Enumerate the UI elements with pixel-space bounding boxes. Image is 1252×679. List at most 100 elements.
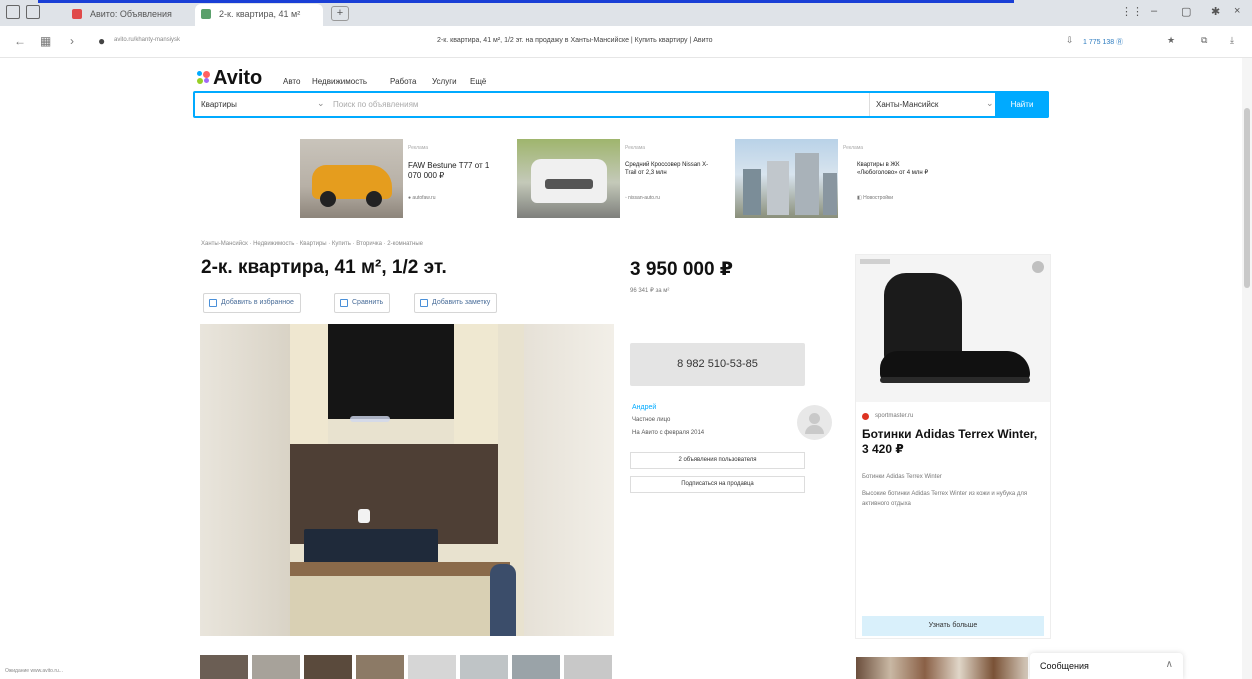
minimize-icon[interactable]: – xyxy=(1151,5,1157,17)
city-label: Ханты-Мансийск xyxy=(876,100,939,109)
seller-type: Частное лицо xyxy=(632,417,671,423)
add-to-favorites-button[interactable]: Добавить в избранное xyxy=(203,293,301,313)
sidebar-ad-thumbnails xyxy=(856,657,1028,679)
chevron-up-icon[interactable]: ∧ xyxy=(1166,659,1173,670)
thumbnail[interactable] xyxy=(408,655,456,679)
ad-image xyxy=(735,139,838,218)
show-phone-button[interactable]: 8 982 510-53-85 xyxy=(630,343,805,386)
ad-label: Реклама xyxy=(625,145,646,151)
seller-name[interactable]: Андрей xyxy=(632,404,656,411)
avito-logo[interactable]: Avito xyxy=(197,67,262,90)
ad-subtitle: Ботинки Adidas Terrex Winter xyxy=(862,474,942,480)
ad-card-realty[interactable]: Реклама Квартиры в ЖК «Любоголово» от 4 … xyxy=(735,139,945,219)
scrollbar-thumb[interactable] xyxy=(1244,108,1250,288)
thumbnail[interactable] xyxy=(252,655,300,679)
back-icon[interactable]: ← xyxy=(14,34,26,48)
brand-logo-icon xyxy=(862,413,869,420)
thumbnail[interactable] xyxy=(512,655,560,679)
grid-icon[interactable]: ▦ xyxy=(40,34,51,48)
messages-widget[interactable]: Сообщения ∧ xyxy=(1030,653,1183,679)
button-label: Сравнить xyxy=(352,299,384,306)
seller-avatar[interactable] xyxy=(797,405,832,440)
ad-title: Квартиры в ЖК «Любоголово» от 4 млн ₽ xyxy=(857,162,929,176)
avito-favicon-icon xyxy=(201,9,211,19)
nav-jobs[interactable]: Работа xyxy=(390,77,416,86)
url-text[interactable]: avito.ru/khanty-mansiysk xyxy=(114,37,180,43)
thumbnail[interactable] xyxy=(356,655,404,679)
share-icon[interactable]: ⧉ xyxy=(1201,35,1207,46)
page-title: 2-к. квартира, 41 м², 1/2 эт. на продажу… xyxy=(437,37,713,44)
maximize-icon[interactable]: ▢ xyxy=(1181,5,1191,18)
search-bar: Квартиры ⌄ Поиск по объявлениям Ханты-Ма… xyxy=(193,91,1049,118)
tab-actions-icon[interactable] xyxy=(26,5,40,19)
thumbnail[interactable] xyxy=(304,655,352,679)
avito-logo-text: Avito xyxy=(213,67,263,89)
breadcrumb[interactable]: Ханты-Мансийск · Недвижимость · Квартиры… xyxy=(201,241,423,247)
downloads-icon[interactable]: ⤓ xyxy=(1230,35,1234,46)
nav-auto[interactable]: Авто xyxy=(283,77,300,86)
ad-source: ● autofaw.ru xyxy=(408,195,436,201)
tab-underline xyxy=(38,0,1014,3)
tab-label: Авито: Объявления xyxy=(90,9,172,19)
ad-title: Средний Кроссовер Nissan X-Trail от 2,3 … xyxy=(625,162,709,176)
ad-card-faw[interactable]: Реклама FAW Bestune T77 от 1 070 000 ₽ ●… xyxy=(300,139,510,219)
ad-description: Высокие ботинки Adidas Terrex Winter из … xyxy=(862,491,1028,507)
category-select[interactable]: Квартиры xyxy=(201,100,237,109)
download-icon[interactable]: ⇩ xyxy=(1066,35,1074,46)
ad-source: ◧ Новостройки xyxy=(857,195,894,201)
ad-label: Реклама xyxy=(843,145,864,151)
listing-main-photo[interactable] xyxy=(200,324,614,636)
extensions-icon[interactable]: ⋮⋮ xyxy=(1121,5,1143,18)
lock-icon: ● xyxy=(98,34,106,48)
chevron-down-icon: ⌄ xyxy=(986,98,994,108)
thumbnail[interactable] xyxy=(564,655,612,679)
ad-title: FAW Bestune T77 от 1 070 000 ₽ xyxy=(408,161,490,180)
subscribe-seller-button[interactable]: Подписаться на продавца xyxy=(630,476,805,493)
ad-source: ◦ nissan-auto.ru xyxy=(625,195,660,201)
workspaces-icon[interactable] xyxy=(6,5,20,19)
pin-icon[interactable]: ✱ xyxy=(1211,5,1220,18)
button-label: Добавить в избранное xyxy=(221,299,294,306)
new-tab-button[interactable]: + xyxy=(331,6,349,21)
tab-listing[interactable]: 2-к. квартира, 41 м² xyxy=(195,4,323,26)
ad-image xyxy=(300,139,403,218)
bookmark-icon[interactable]: ★ xyxy=(1167,35,1175,46)
ad-brand: sportmaster.ru xyxy=(875,413,914,419)
photo-thumbnails xyxy=(200,655,612,679)
search-button[interactable]: Найти xyxy=(995,91,1049,118)
ad-image xyxy=(517,139,620,218)
ad-thumbnail[interactable] xyxy=(856,657,1028,679)
thumbnail[interactable] xyxy=(460,655,508,679)
seller-listings-button[interactable]: 2 объявления пользователя xyxy=(630,452,805,469)
ad-card-nissan[interactable]: Реклама Средний Кроссовер Nissan X-Trail… xyxy=(517,139,729,219)
avito-logo-icon xyxy=(197,71,211,85)
nav-services[interactable]: Услуги xyxy=(432,77,457,86)
browser-tab-bar: Авито: Объявления 2-к. квартира, 41 м² +… xyxy=(0,0,1252,26)
forward-icon[interactable]: › xyxy=(70,34,74,48)
status-bar: Ожидание www.avito.ru... xyxy=(5,668,63,674)
city-select[interactable]: Ханты-Мансийск ⌄ xyxy=(869,93,999,116)
ad-tag xyxy=(860,259,890,264)
scrollbar[interactable] xyxy=(1242,58,1252,679)
avito-favicon-icon xyxy=(72,9,82,19)
downloads-label[interactable]: 1 775 138 Ⓡ xyxy=(1083,37,1123,47)
sidebar-ad[interactable]: sportmaster.ru Ботинки Adidas Terrex Win… xyxy=(855,254,1051,639)
nav-more[interactable]: Ещё xyxy=(470,77,486,86)
address-bar: ← ▦ › ● avito.ru/khanty-mansiysk 2-к. кв… xyxy=(0,26,1252,58)
ad-image xyxy=(856,255,1050,402)
compare-button[interactable]: Сравнить xyxy=(334,293,391,313)
nav-realty[interactable]: Недвижимость xyxy=(312,77,367,86)
thumbnail[interactable] xyxy=(200,655,248,679)
chevron-down-icon: ⌄ xyxy=(317,98,325,108)
price-per-m2: 96 341 ₽ за м² xyxy=(630,288,670,294)
note-icon xyxy=(420,299,428,307)
heart-icon xyxy=(209,299,217,307)
ad-label: Реклама xyxy=(408,145,429,151)
learn-more-button[interactable]: Узнать больше xyxy=(862,616,1044,636)
add-note-button[interactable]: Добавить заметку xyxy=(414,293,498,313)
info-icon[interactable] xyxy=(1032,261,1044,273)
search-input[interactable]: Поиск по объявлениям xyxy=(333,100,418,109)
tab-avito-list[interactable]: Авито: Объявления xyxy=(66,4,190,26)
close-icon[interactable]: × xyxy=(1234,5,1240,17)
tab-label: 2-к. квартира, 41 м² xyxy=(219,9,301,19)
